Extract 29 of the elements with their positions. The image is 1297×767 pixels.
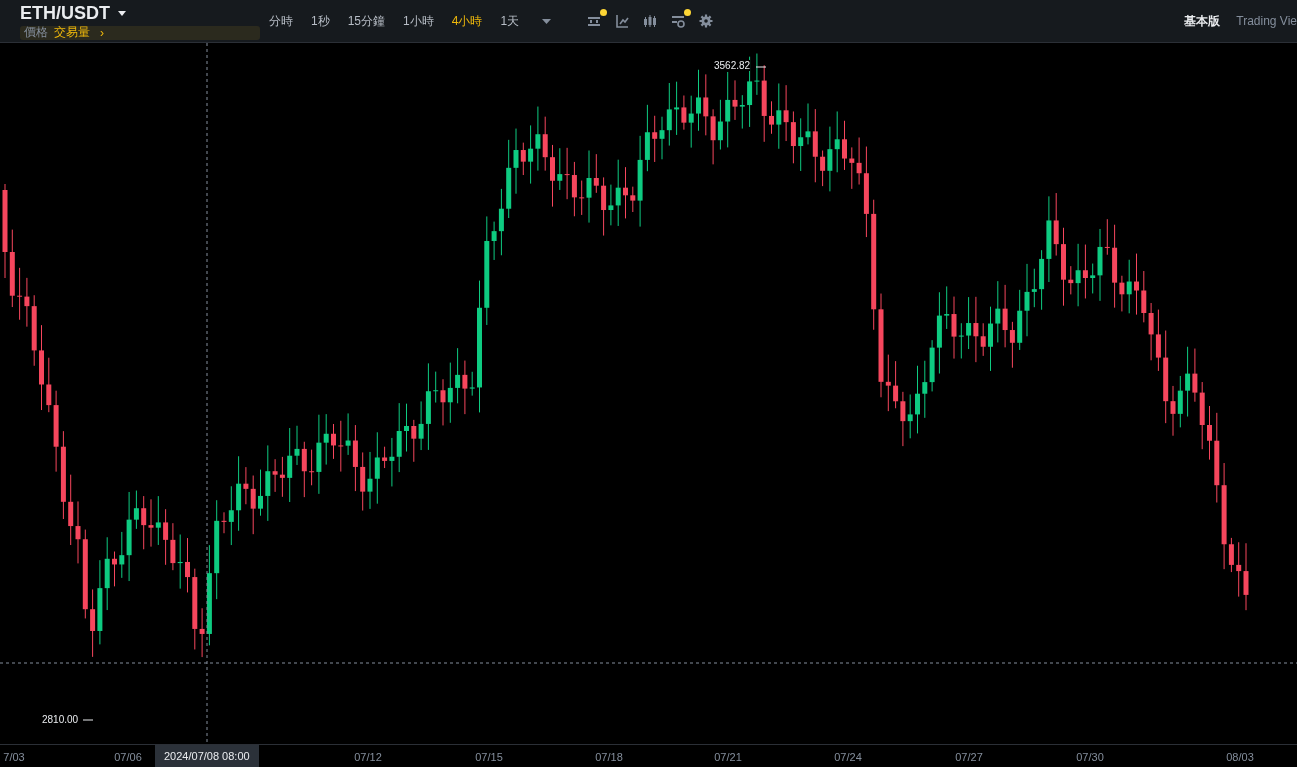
date-axis-label: 08/03 — [1226, 751, 1254, 763]
date-axis-label: 07/30 — [1076, 751, 1104, 763]
low-price-label: 2810.00 — [42, 714, 79, 725]
notification-dot — [600, 9, 608, 16]
date-axis-label: 7/03 — [3, 751, 25, 763]
series-tab[interactable]: 交易量 — [54, 24, 90, 41]
timeframe-tab[interactable]: 1秒 — [302, 12, 339, 30]
timeframe-tab[interactable]: 1小時 — [394, 12, 443, 30]
crosshair-time-label: 2024/07/08 08:00 — [155, 745, 259, 767]
timeframe-tab[interactable]: 分時 — [260, 12, 302, 30]
date-axis-label: 07/06 — [114, 751, 142, 763]
date-axis-label: 07/27 — [955, 751, 983, 763]
view-mode-tab[interactable]: Trading Vie — [1236, 14, 1297, 28]
date-axis-label: 07/21 — [714, 751, 742, 763]
timeframe-tab[interactable]: 1天 — [491, 12, 529, 30]
date-axis-label: 07/12 — [354, 751, 382, 763]
caret-icon[interactable] — [118, 10, 126, 16]
high-price-label: 3562.82 — [714, 60, 751, 71]
pair-symbol: ETH/USDT — [20, 2, 110, 24]
date-axis-label: 07/18 — [595, 751, 623, 763]
timeframe-tab[interactable]: 4小時 — [442, 12, 492, 30]
notification-dot — [684, 9, 692, 16]
timeframe-tab[interactable]: 15分鐘 — [338, 12, 395, 30]
date-axis-label: 07/24 — [834, 751, 862, 763]
date-axis-label: 07/15 — [475, 751, 503, 763]
more-chevron[interactable]: › — [100, 25, 104, 40]
series-tab[interactable]: 價格 — [24, 24, 48, 41]
dropdown-caret-icon[interactable] — [542, 18, 552, 24]
view-mode-tab[interactable]: 基本版 — [1184, 12, 1221, 30]
